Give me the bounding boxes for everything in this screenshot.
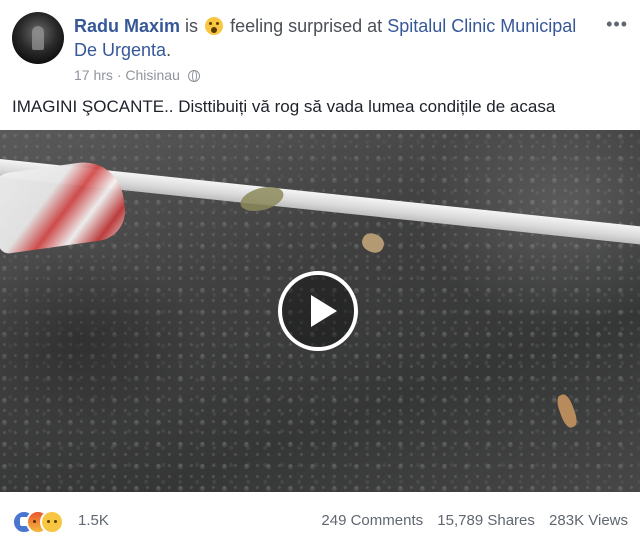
post-text: IMAGINI ŞOCANTE.. Disttibuiți vă rog să … <box>12 97 556 116</box>
views-count: 283K Views <box>549 512 628 529</box>
play-icon[interactable] <box>278 271 358 351</box>
meta-separator: · <box>116 67 122 83</box>
surprised-emoji-icon <box>205 17 224 35</box>
sad-reaction-icon <box>40 510 64 534</box>
video-player[interactable] <box>0 130 640 492</box>
more-options-button[interactable]: ••• <box>606 14 628 35</box>
is-word: is <box>185 16 199 36</box>
frame-shadow <box>0 250 200 430</box>
avatar-figure <box>32 26 44 50</box>
author-avatar[interactable] <box>12 12 64 64</box>
reaction-count[interactable]: 1.5K <box>78 512 109 529</box>
post-headline: Radu Maxim is feeling surprised at Spita… <box>74 14 594 62</box>
headline-period: . <box>166 40 172 60</box>
post-header: Radu Maxim is feeling surprised at Spita… <box>0 0 640 92</box>
post-meta: 17 hrs · Chisinau <box>74 66 200 84</box>
post-location[interactable]: Chisinau <box>125 67 179 83</box>
shares-count[interactable]: 15,789 Shares <box>437 512 535 529</box>
feeling-text: feeling surprised at <box>230 16 383 36</box>
post-stats: 249 Comments 15,789 Shares 283K Views <box>311 512 628 529</box>
globe-icon <box>187 70 200 82</box>
post-time[interactable]: 17 hrs <box>74 67 113 83</box>
post-footer: 1.5K 249 Comments 15,789 Shares 283K Vie… <box>0 500 640 544</box>
comments-count[interactable]: 249 Comments <box>321 512 423 529</box>
author-name[interactable]: Radu Maxim <box>74 16 180 36</box>
